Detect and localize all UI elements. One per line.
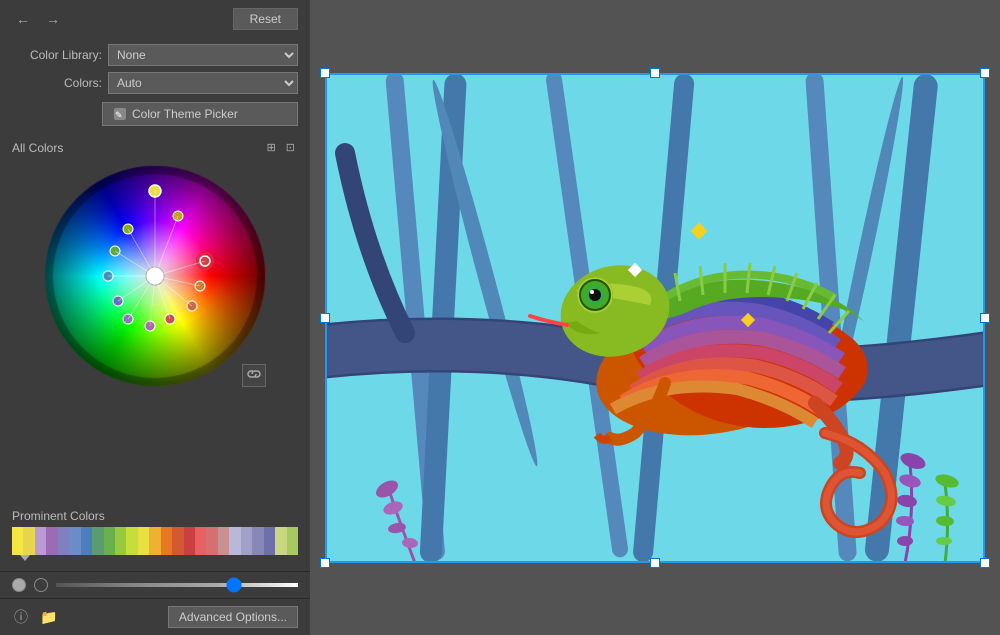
advanced-options-button[interactable]: Advanced Options...	[168, 606, 298, 628]
color-swatch[interactable]	[58, 527, 69, 555]
wheel-title: All Colors	[12, 141, 63, 155]
color-swatch[interactable]	[195, 527, 206, 555]
color-swatch[interactable]	[23, 527, 34, 555]
wheel-header: All Colors ⊞ ⊡	[12, 140, 298, 155]
handle-bottom-right[interactable]	[980, 558, 990, 568]
color-swatch[interactable]	[69, 527, 80, 555]
bottom-bar: ⓘ 📁 Advanced Options...	[0, 598, 310, 635]
controls-section: Color Library: None Default Swatches Cus…	[0, 38, 310, 132]
svg-text:✎: ✎	[115, 110, 123, 120]
color-swatch[interactable]	[161, 527, 172, 555]
slider-section	[0, 571, 310, 598]
color-swatch[interactable]	[46, 527, 57, 555]
eyedropper-icon: ✎	[113, 107, 127, 121]
left-panel: ← → Reset Color Library: None Default Sw…	[0, 0, 310, 635]
color-swatch[interactable]	[138, 527, 149, 555]
color-swatch[interactable]	[115, 527, 126, 555]
folder-button[interactable]: 📁	[38, 607, 59, 628]
color-swatch[interactable]	[92, 527, 103, 555]
link-icon[interactable]	[242, 364, 266, 387]
handle-top-right[interactable]	[980, 68, 990, 78]
handle-bottom-middle[interactable]	[650, 558, 660, 568]
color-theme-picker-label: Color Theme Picker	[132, 107, 238, 121]
color-swatch[interactable]	[184, 527, 195, 555]
color-library-select[interactable]: None Default Swatches Custom	[108, 44, 298, 66]
color-swatch[interactable]	[252, 527, 263, 555]
color-swatch[interactable]	[126, 527, 137, 555]
undo-button[interactable]: ←	[12, 9, 34, 29]
prominent-section: Prominent Colors	[0, 505, 310, 571]
color-swatch[interactable]	[241, 527, 252, 555]
color-swatch[interactable]	[287, 527, 298, 555]
color-library-row: Color Library: None Default Swatches Cus…	[12, 44, 298, 66]
color-swatch[interactable]	[12, 527, 23, 555]
handle-top-middle[interactable]	[650, 68, 660, 78]
prominent-colors[interactable]	[12, 527, 298, 555]
color-swatch[interactable]	[149, 527, 160, 555]
color-swatch[interactable]	[81, 527, 92, 555]
reset-button[interactable]: Reset	[233, 8, 298, 30]
color-swatch[interactable]	[206, 527, 217, 555]
prominent-title: Prominent Colors	[12, 509, 298, 523]
slider-dot-outline[interactable]	[34, 578, 48, 592]
colors-select[interactable]: Auto 2 3 4 5 6	[108, 72, 298, 94]
color-swatch[interactable]	[264, 527, 275, 555]
color-swatch[interactable]	[229, 527, 240, 555]
color-swatch[interactable]	[172, 527, 183, 555]
wheel-icons: ⊞ ⊡	[264, 140, 298, 155]
info-button[interactable]: ⓘ	[12, 605, 30, 629]
artwork-image	[325, 73, 985, 563]
redo-button[interactable]: →	[42, 9, 64, 29]
color-theme-picker-button[interactable]: ✎ Color Theme Picker	[102, 102, 298, 126]
wheel-icon-btn-2[interactable]: ⊡	[283, 140, 298, 155]
slider-dot-filled[interactable]	[12, 578, 26, 592]
color-wheel-container[interactable]	[40, 161, 270, 391]
right-area	[310, 0, 1000, 635]
color-swatch[interactable]	[275, 527, 286, 555]
handle-bottom-left[interactable]	[320, 558, 330, 568]
color-swatch[interactable]	[104, 527, 115, 555]
wheel-section: All Colors ⊞ ⊡	[0, 132, 310, 505]
toolbar: ← → Reset	[0, 0, 310, 38]
color-swatch[interactable]	[218, 527, 229, 555]
wheel-icon-btn-1[interactable]: ⊞	[264, 140, 279, 155]
wheel-dots-overlay	[40, 161, 270, 391]
hue-slider[interactable]	[56, 583, 298, 587]
colors-row: Colors: Auto 2 3 4 5 6	[12, 72, 298, 94]
handle-middle-right[interactable]	[980, 313, 990, 323]
handle-middle-left[interactable]	[320, 313, 330, 323]
color-library-label: Color Library:	[12, 48, 102, 62]
color-swatch[interactable]	[35, 527, 46, 555]
handle-top-left[interactable]	[320, 68, 330, 78]
artwork-container[interactable]	[325, 73, 985, 563]
colors-label: Colors:	[12, 76, 102, 90]
